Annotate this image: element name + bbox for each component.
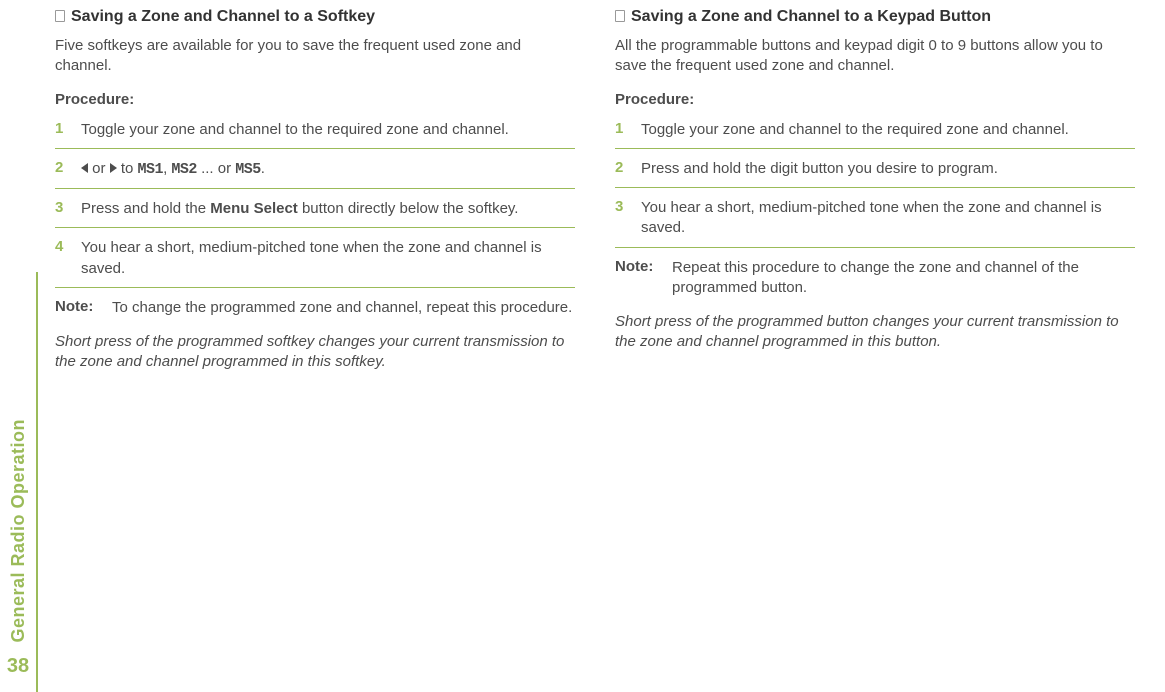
step2-ms1: MS1: [138, 161, 164, 178]
step-2: 2 or to MS1, MS2 ... or MS5.: [55, 159, 575, 189]
step-number: 4: [55, 238, 67, 255]
step2-or: or: [88, 160, 110, 177]
step2-to: to: [117, 160, 138, 177]
note: Note: To change the programmed zone and …: [55, 298, 575, 318]
note-text: To change the programmed zone and channe…: [112, 298, 575, 318]
column-right: Saving a Zone and Channel to a Keypad Bu…: [615, 8, 1135, 373]
step-text: Press and hold the Menu Select button di…: [81, 199, 575, 219]
step2-period: .: [261, 160, 265, 177]
step-number: 1: [615, 120, 627, 137]
intro-text: Five softkeys are available for you to s…: [55, 36, 575, 77]
step-number: 3: [55, 199, 67, 216]
heading-text: Saving a Zone and Channel to a Softkey: [71, 8, 375, 26]
step2-dots: ... or: [197, 160, 235, 177]
section-title-vertical: General Radio Operation: [8, 419, 29, 643]
step-text: Toggle your zone and channel to the requ…: [641, 120, 1135, 140]
intro-text: All the programmable buttons and keypad …: [615, 36, 1135, 77]
note-label: Note:: [55, 298, 100, 315]
step-number: 2: [55, 159, 67, 176]
page-content: Saving a Zone and Channel to a Softkey F…: [55, 8, 1145, 373]
step-text: You hear a short, medium-pitched tone wh…: [641, 198, 1135, 239]
procedure-label: Procedure:: [615, 91, 1135, 108]
step3-a: Press and hold the: [81, 200, 210, 217]
step-3: 3 You hear a short, medium-pitched tone …: [615, 198, 1135, 248]
step-3: 3 Press and hold the Menu Select button …: [55, 199, 575, 228]
step-2: 2 Press and hold the digit button you de…: [615, 159, 1135, 188]
step3-b: Menu Select: [210, 200, 298, 217]
note: Note: Repeat this procedure to change th…: [615, 258, 1135, 299]
step3-c: button directly below the softkey.: [298, 200, 519, 217]
heading-bullet-icon: [615, 10, 625, 22]
step2-ms2: MS2: [171, 161, 197, 178]
step-number: 2: [615, 159, 627, 176]
step-1: 1 Toggle your zone and channel to the re…: [615, 120, 1135, 149]
column-left: Saving a Zone and Channel to a Softkey F…: [55, 8, 575, 373]
side-tab: General Radio Operation 38: [0, 272, 36, 692]
step2-ms5: MS5: [235, 161, 261, 178]
page-number: 38: [7, 655, 29, 678]
heading-softkey: Saving a Zone and Channel to a Softkey: [55, 8, 575, 26]
heading-keypad: Saving a Zone and Channel to a Keypad Bu…: [615, 8, 1135, 26]
arrow-right-icon: [110, 163, 117, 173]
step-number: 3: [615, 198, 627, 215]
note-text: Repeat this procedure to change the zone…: [672, 258, 1135, 299]
step-text: Press and hold the digit button you desi…: [641, 159, 1135, 179]
step-text: Toggle your zone and channel to the requ…: [81, 120, 575, 140]
step-text: You hear a short, medium-pitched tone wh…: [81, 238, 575, 279]
side-divider: [36, 272, 38, 692]
note-label: Note:: [615, 258, 660, 275]
procedure-label: Procedure:: [55, 91, 575, 108]
step-text: or to MS1, MS2 ... or MS5.: [81, 159, 575, 180]
step-number: 1: [55, 120, 67, 137]
heading-text: Saving a Zone and Channel to a Keypad Bu…: [631, 8, 991, 26]
step-1: 1 Toggle your zone and channel to the re…: [55, 120, 575, 149]
italic-note: Short press of the programmed button cha…: [615, 312, 1135, 353]
heading-bullet-icon: [55, 10, 65, 22]
italic-note: Short press of the programmed softkey ch…: [55, 332, 575, 373]
step-4: 4 You hear a short, medium-pitched tone …: [55, 238, 575, 288]
arrow-left-icon: [81, 163, 88, 173]
